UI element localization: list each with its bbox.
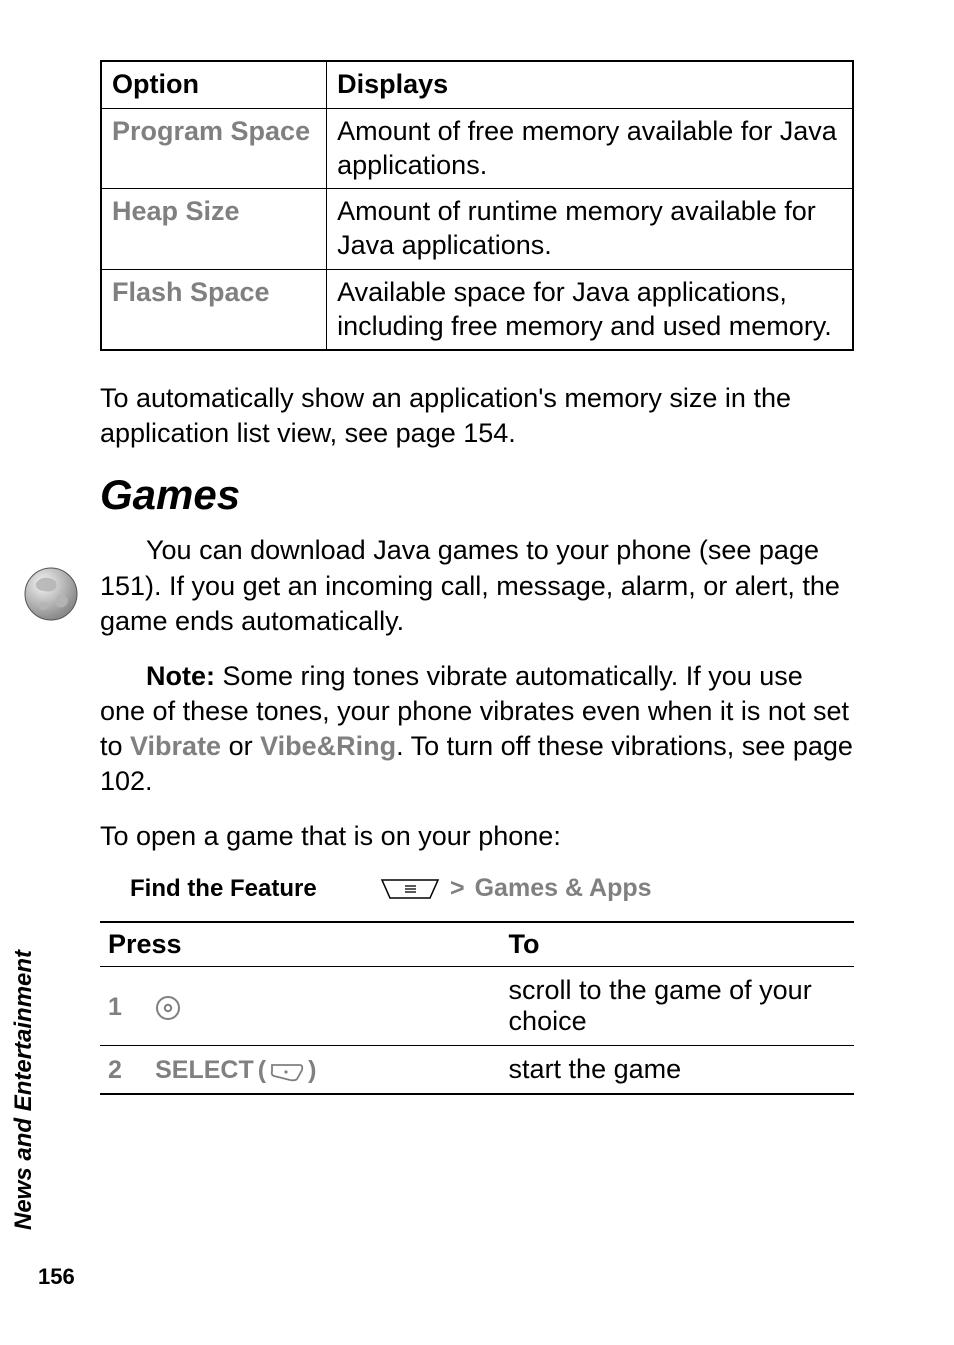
- press-action-description: scroll to the game of your choice: [501, 967, 854, 1046]
- table-row: 1 scroll to the game of your choice: [100, 967, 854, 1046]
- vibrate-label: Vibrate: [130, 731, 221, 761]
- options-table: Option Displays Program Space Amount of …: [100, 60, 854, 351]
- table-row: Program Space Amount of free memory avai…: [101, 108, 853, 189]
- games-intro-paragraph: You can download Java games to your phon…: [100, 533, 854, 638]
- table-row: 2 SELECT ( ) start the gam: [100, 1046, 854, 1095]
- games-intro-text: You can download Java games to your phon…: [100, 535, 840, 635]
- note-prefix: Note:: [146, 661, 223, 691]
- sidebar-section-label: News and Entertainment: [10, 950, 38, 1230]
- press-table: Press To 1 scroll to t: [100, 921, 854, 1095]
- table-row: Heap Size Amount of runtime memory avail…: [101, 189, 853, 270]
- vibe-ring-label: Vibe&Ring: [260, 731, 396, 761]
- option-label: Flash Space: [101, 269, 327, 350]
- games-note-paragraph: Note: Some ring tones vibrate automatica…: [100, 659, 854, 799]
- feature-path-text: Games & Apps: [475, 874, 652, 903]
- step-number: 2: [108, 1056, 122, 1084]
- find-the-feature-label: Find the Feature: [100, 875, 380, 903]
- page-number: 156: [38, 1264, 75, 1290]
- section-title-games: Games: [100, 471, 854, 519]
- open-game-intro: To open a game that is on your phone:: [100, 819, 854, 854]
- option-description: Amount of runtime memory available for J…: [327, 189, 853, 270]
- softkey-icon: [270, 1056, 304, 1085]
- note-or: or: [221, 731, 260, 761]
- feature-path: > Games & Apps: [380, 874, 652, 903]
- step-number: 1: [108, 993, 122, 1021]
- menu-key-icon: [380, 878, 440, 900]
- table-row: Flash Space Available space for Java app…: [101, 269, 853, 350]
- memory-note-paragraph: To automatically show an application's m…: [100, 381, 854, 451]
- option-description: Amount of free memory available for Java…: [327, 108, 853, 189]
- press-action-description: start the game: [501, 1046, 854, 1095]
- press-table-header-to: To: [501, 922, 854, 967]
- option-description: Available space for Java applications, i…: [327, 269, 853, 350]
- feature-path-arrow: >: [450, 874, 465, 903]
- nav-key-icon: [155, 991, 181, 1022]
- globe-icon: [22, 565, 80, 623]
- select-label: SELECT: [155, 1056, 254, 1085]
- option-label: Heap Size: [101, 189, 327, 270]
- find-the-feature-row: Find the Feature > Games & Apps: [100, 874, 854, 903]
- option-label: Program Space: [101, 108, 327, 189]
- options-table-header-displays: Displays: [327, 61, 853, 108]
- options-table-header-option: Option: [101, 61, 327, 108]
- press-table-header-press: Press: [100, 922, 501, 967]
